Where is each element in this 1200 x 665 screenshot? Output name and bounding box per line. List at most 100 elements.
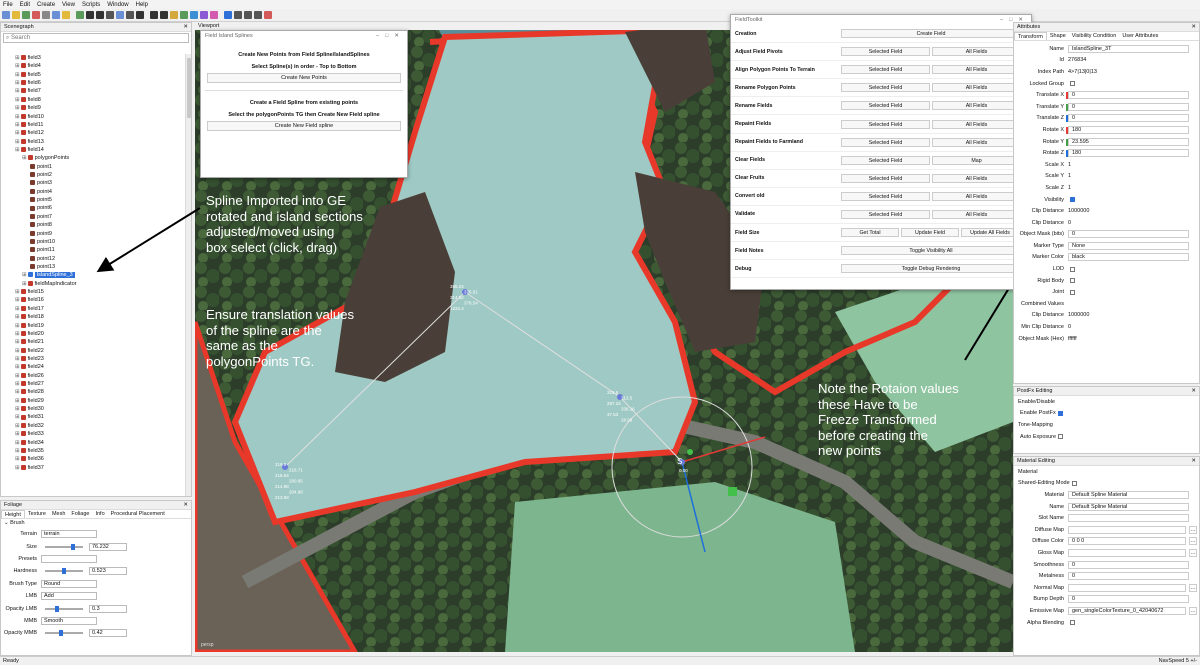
field-toolkit-button[interactable]: Selected Field — [841, 47, 930, 57]
field-toolkit-button[interactable]: Map — [932, 155, 1021, 165]
tree-row[interactable]: ⊞ field32 — [1, 422, 185, 430]
menu-file[interactable]: File — [3, 2, 13, 8]
expand-icon[interactable]: ⊞ — [15, 289, 20, 295]
field-toolkit-button[interactable]: Selected Field — [841, 119, 930, 129]
expand-icon[interactable]: ⊞ — [15, 406, 20, 412]
toolbar-icon[interactable] — [180, 11, 188, 19]
field-toolkit-button[interactable]: Selected Field — [841, 173, 930, 183]
attributes-tab[interactable]: User Attributes — [1119, 32, 1161, 40]
tree-row[interactable]: ⊞ field27 — [1, 380, 185, 388]
field-toolkit-button[interactable]: Selected Field — [841, 137, 930, 147]
menu-scripts[interactable]: Scripts — [82, 2, 100, 8]
tone-section[interactable]: Tone-Mapping — [1014, 419, 1199, 431]
attribute-checkbox[interactable] — [1070, 266, 1075, 272]
expand-icon[interactable]: ⊞ — [15, 431, 20, 437]
tree-row[interactable]: ⊞ polygonPoints — [1, 154, 185, 162]
enable-section[interactable]: Enable/Disable — [1014, 396, 1199, 408]
foliage-slider[interactable] — [45, 568, 83, 575]
tree-row[interactable]: ⊞ field6 — [1, 79, 185, 87]
toolbar-icon[interactable] — [126, 11, 134, 19]
expand-icon[interactable]: ⊞ — [15, 88, 20, 94]
foliage-slider[interactable] — [45, 543, 83, 550]
tree-row[interactable]: ⊞ field22 — [1, 347, 185, 355]
attribute-input[interactable]: 0 — [1066, 102, 1189, 111]
browse-button[interactable]: … — [1189, 525, 1197, 534]
foliage-tab[interactable]: Foliage — [68, 510, 92, 518]
tree-row[interactable]: ⊞ field11 — [1, 121, 185, 129]
attribute-input[interactable]: black — [1068, 253, 1189, 262]
tree-row[interactable]: point11 — [1, 246, 185, 254]
expand-icon[interactable]: ⊞ — [15, 448, 20, 454]
tree-row[interactable]: ⊞ field20 — [1, 330, 185, 338]
foliage-select[interactable]: Add — [41, 592, 97, 601]
toolbar-icon[interactable] — [62, 11, 70, 19]
tree-row[interactable]: ⊞ field23 — [1, 355, 185, 363]
tree-row[interactable]: point7 — [1, 213, 185, 221]
browse-button[interactable]: … — [1189, 537, 1197, 546]
field-toolkit-button[interactable]: Update All Fields — [961, 228, 1019, 238]
tree-row[interactable]: point1 — [1, 163, 185, 171]
material-input[interactable] — [1068, 525, 1186, 534]
expand-icon[interactable]: ⊞ — [15, 339, 20, 345]
toolbar-icon[interactable] — [264, 11, 272, 19]
toolbar-icon[interactable] — [160, 11, 168, 19]
toolbar-icon[interactable] — [52, 11, 60, 19]
attribute-input[interactable]: 0 — [1066, 91, 1189, 100]
foliage-field-value[interactable]: 0.42 — [89, 629, 127, 638]
expand-icon[interactable]: ⊞ — [15, 398, 20, 404]
foliage-field-value[interactable]: 0.3 — [89, 604, 127, 613]
expand-icon[interactable]: ⊞ — [15, 440, 20, 446]
tree-row[interactable]: ⊞ field4 — [1, 62, 185, 70]
browse-button[interactable]: … — [1189, 606, 1197, 615]
tree-row[interactable]: ⊞ field15 — [1, 288, 185, 296]
foliage-tab[interactable]: Texture — [25, 510, 49, 518]
tree-row[interactable]: ⊞ field12 — [1, 129, 185, 137]
auto-exposure-checkbox[interactable] — [1058, 434, 1064, 440]
field-toolkit-button[interactable]: All Fields — [932, 119, 1021, 129]
auto-exposure-row[interactable]: Auto Exposure — [1014, 431, 1199, 443]
scenegraph-search[interactable]: ⌕ Search — [3, 33, 189, 43]
material-checkbox[interactable] — [1070, 620, 1075, 626]
expand-icon[interactable]: ⊞ — [22, 281, 27, 287]
attribute-input[interactable]: None — [1068, 241, 1189, 250]
tree-row[interactable]: ⊞ field8 — [1, 96, 185, 104]
tree-row[interactable]: ⊞ field17 — [1, 305, 185, 313]
tree-row[interactable]: ⊞ field24 — [1, 363, 185, 371]
expand-icon[interactable]: ⊞ — [15, 423, 20, 429]
attribute-input[interactable]: 0 — [1068, 230, 1189, 239]
expand-icon[interactable]: ⊞ — [15, 147, 20, 153]
expand-icon[interactable]: ⊞ — [15, 348, 20, 354]
tree-row[interactable]: ⊞ field3 — [1, 54, 185, 62]
expand-icon[interactable]: ⊞ — [15, 373, 20, 379]
toolbar-icon[interactable] — [22, 11, 30, 19]
menu-view[interactable]: View — [62, 2, 75, 8]
foliage-select[interactable]: Smooth — [41, 616, 97, 625]
scenegraph-scrollbar[interactable] — [185, 54, 191, 496]
foliage-tab[interactable]: Procedural Placement — [108, 510, 168, 518]
tree-row[interactable]: ⊞ field13 — [1, 138, 185, 146]
attribute-input[interactable]: 180 — [1066, 125, 1189, 134]
toolbar-icon[interactable] — [200, 11, 208, 19]
foliage-select[interactable] — [41, 554, 97, 563]
material-input[interactable]: 0 — [1068, 595, 1189, 604]
window-controls[interactable]: –□✕ — [376, 31, 405, 41]
tree-row[interactable]: ⊞ field31 — [1, 413, 185, 421]
attribute-input[interactable]: 0 — [1066, 114, 1189, 123]
slider-thumb[interactable] — [59, 630, 64, 637]
field-toolkit-button[interactable]: Selected Field — [841, 65, 930, 75]
gizmo-center[interactable] — [687, 449, 693, 455]
expand-icon[interactable]: ⊞ — [15, 122, 20, 128]
attribute-checkbox[interactable] — [1070, 278, 1075, 284]
expand-icon[interactable]: ⊞ — [15, 364, 20, 370]
search-input[interactable]: Search — [11, 35, 30, 41]
toolbar-icon[interactable] — [170, 11, 178, 19]
tree-row[interactable]: point13 — [1, 263, 185, 271]
toolbar-icon[interactable] — [32, 11, 40, 19]
close-icon[interactable]: ✕ — [183, 23, 188, 31]
slider-thumb[interactable] — [62, 568, 66, 575]
toolbar-icon[interactable] — [12, 11, 20, 19]
attribute-checkbox[interactable] — [1070, 197, 1075, 203]
attribute-input[interactable]: IslandSpline_3T — [1068, 44, 1189, 53]
expand-icon[interactable]: ⊞ — [15, 80, 20, 86]
tree-row[interactable]: ⊞ field21 — [1, 338, 185, 346]
